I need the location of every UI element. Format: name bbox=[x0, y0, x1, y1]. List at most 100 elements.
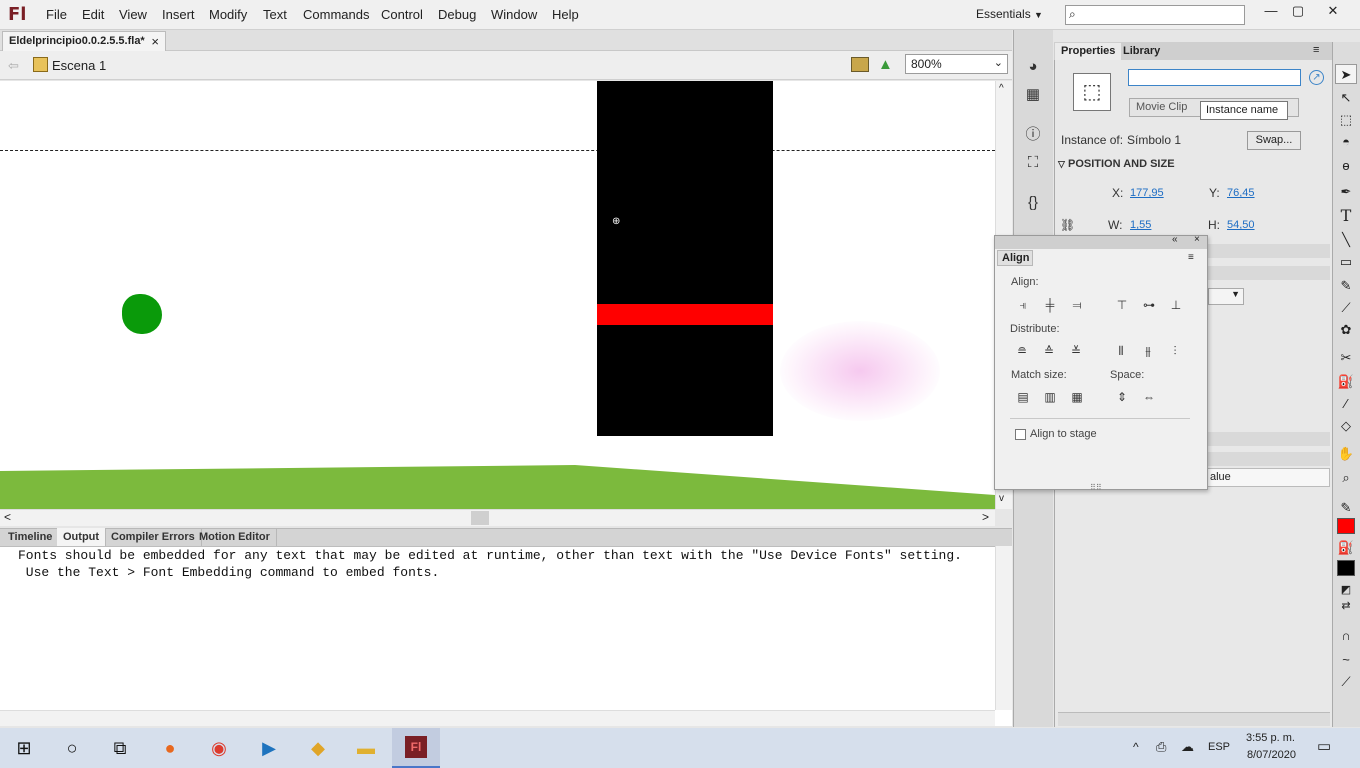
align-top-icon[interactable]: ⊤ bbox=[1114, 297, 1130, 313]
output-vertical-scrollbar[interactable] bbox=[995, 546, 1012, 710]
x-value[interactable]: 177,95 bbox=[1130, 187, 1164, 199]
match-width-icon[interactable]: ▤ bbox=[1015, 389, 1031, 405]
volume-icon[interactable]: ☁ bbox=[1181, 739, 1194, 755]
tab-properties[interactable]: Properties bbox=[1055, 43, 1122, 60]
straighten-icon[interactable]: ⟋ bbox=[1335, 672, 1357, 692]
align-panel[interactable] bbox=[994, 235, 1208, 490]
match-width-height-icon[interactable]: ▦ bbox=[1069, 389, 1085, 405]
ground-shape[interactable] bbox=[0, 81, 995, 509]
document-tab[interactable]: Eldelprincipio0.0.2.5.5.fla* × bbox=[2, 31, 166, 51]
menu-view[interactable]: View bbox=[119, 7, 147, 22]
menu-control[interactable]: Control bbox=[381, 7, 423, 22]
minimize-button[interactable]: — bbox=[1256, 1, 1286, 23]
scroll-up-icon[interactable]: ^ bbox=[999, 83, 1004, 94]
stage-canvas[interactable]: ⊕ bbox=[0, 81, 995, 509]
instance-name-input[interactable] bbox=[1128, 69, 1301, 86]
bone-tool-icon[interactable]: ✂ bbox=[1335, 348, 1357, 368]
3d-rotation-tool-icon[interactable]: ◓ bbox=[1335, 132, 1357, 152]
file-explorer-icon[interactable]: ▬ bbox=[352, 734, 380, 762]
position-size-section[interactable]: ▽ POSITION AND SIZE bbox=[1058, 158, 1330, 176]
menu-modify[interactable]: Modify bbox=[209, 7, 247, 22]
show-hidden-icons-icon[interactable]: ^ bbox=[1133, 740, 1139, 754]
align-horizontal-center-icon[interactable]: ╪ bbox=[1042, 297, 1058, 313]
space-evenly-vertical-icon[interactable]: ⇕ bbox=[1114, 389, 1130, 405]
eraser-tool-icon[interactable]: ◇ bbox=[1335, 416, 1357, 436]
distribute-left-icon[interactable]: ⫴ bbox=[1113, 343, 1129, 359]
smooth-icon[interactable]: ~ bbox=[1335, 650, 1357, 670]
align-to-stage-checkbox[interactable] bbox=[1015, 429, 1026, 440]
tab-library[interactable]: Library bbox=[1117, 43, 1166, 60]
tab-timeline[interactable]: Timeline bbox=[2, 528, 60, 546]
collapse-icon[interactable]: « bbox=[1172, 234, 1178, 245]
distribute-top-icon[interactable]: ≘ bbox=[1014, 343, 1030, 359]
menu-help[interactable]: Help bbox=[552, 7, 579, 22]
h-value[interactable]: 54,50 bbox=[1227, 219, 1255, 231]
fill-color-swatch[interactable] bbox=[1337, 560, 1355, 576]
zoom-tool-icon[interactable]: ⌕ bbox=[1335, 468, 1357, 488]
output-horizontal-scrollbar[interactable] bbox=[0, 710, 995, 726]
tab-output[interactable]: Output bbox=[57, 528, 107, 546]
scroll-right-icon[interactable]: > bbox=[982, 510, 989, 524]
space-evenly-horizontal-icon[interactable]: ⇔ bbox=[1141, 389, 1157, 405]
close-icon[interactable]: × bbox=[1194, 234, 1200, 245]
lasso-tool-icon[interactable]: ɵ bbox=[1335, 156, 1357, 176]
deco-tool-icon[interactable]: ✿ bbox=[1335, 320, 1357, 340]
transform-icon[interactable]: ⛶ bbox=[1020, 152, 1046, 174]
edit-symbols-icon[interactable]: ▲ bbox=[878, 56, 893, 73]
tab-align[interactable]: Align bbox=[997, 250, 1033, 266]
app-icon[interactable]: ◆ bbox=[304, 734, 332, 762]
selection-tool-icon[interactable]: ➤ bbox=[1335, 64, 1357, 84]
match-height-icon[interactable]: ▥ bbox=[1042, 389, 1058, 405]
eyedropper-tool-icon[interactable]: ⁄ bbox=[1335, 394, 1357, 414]
stage-horizontal-scrollbar[interactable]: < > bbox=[0, 509, 995, 526]
notifications-icon[interactable]: ▭ bbox=[1317, 737, 1331, 755]
start-button-icon[interactable]: ⊞ bbox=[10, 734, 38, 762]
scroll-thumb[interactable] bbox=[471, 511, 489, 525]
pencil-tool-icon[interactable]: ✎ bbox=[1335, 276, 1357, 296]
subselection-tool-icon[interactable]: ↖ bbox=[1335, 88, 1357, 108]
menu-file[interactable]: File bbox=[46, 7, 67, 22]
menu-commands[interactable]: Commands bbox=[303, 7, 369, 22]
zoom-select[interactable]: 800% ⌄ bbox=[905, 54, 1008, 74]
paint-bucket-tool-icon[interactable]: ⛽ bbox=[1335, 372, 1357, 392]
line-tool-icon[interactable]: ╲ bbox=[1335, 230, 1357, 250]
snap-magnet-icon[interactable]: ∩ bbox=[1335, 626, 1357, 646]
align-vertical-center-icon[interactable]: ⊶ bbox=[1141, 297, 1157, 313]
search-circle-icon[interactable]: ○ bbox=[58, 734, 86, 762]
distribute-bottom-icon[interactable]: ≚ bbox=[1068, 343, 1084, 359]
firefox-icon[interactable]: ● bbox=[156, 734, 184, 762]
align-left-icon[interactable]: ⫣ bbox=[1015, 297, 1031, 313]
clock-date[interactable]: 8/07/2020 bbox=[1247, 749, 1296, 761]
menu-edit[interactable]: Edit bbox=[82, 7, 104, 22]
free-transform-tool-icon[interactable]: ⬚ bbox=[1335, 110, 1357, 130]
close-tab-icon[interactable]: × bbox=[151, 34, 159, 49]
help-search-input[interactable]: ⌕ bbox=[1065, 5, 1245, 25]
info-icon[interactable]: ⓘ bbox=[1020, 124, 1046, 146]
chrome-icon[interactable]: ◉ bbox=[205, 734, 233, 762]
back-arrow-icon[interactable]: ⇦ bbox=[8, 58, 19, 74]
swap-colors-icon[interactable]: ⇄ bbox=[1335, 596, 1357, 616]
align-panel-titlebar[interactable]: « × bbox=[995, 234, 1207, 249]
clock-time[interactable]: 3:55 p. m. bbox=[1246, 732, 1295, 744]
scene-name[interactable]: Escena 1 bbox=[52, 58, 106, 73]
grid-icon[interactable]: ▦ bbox=[1020, 84, 1046, 106]
close-window-button[interactable]: ✕ bbox=[1318, 1, 1348, 23]
lock-proportions-icon[interactable]: ⛓ bbox=[1060, 218, 1075, 232]
brush-tool-icon[interactable]: ⟋ bbox=[1335, 298, 1357, 318]
maximize-button[interactable]: ▢ bbox=[1283, 1, 1313, 23]
language-indicator[interactable]: ESP bbox=[1208, 741, 1230, 753]
scroll-left-icon[interactable]: < bbox=[4, 510, 11, 524]
panel-menu-icon[interactable]: ≡ bbox=[1188, 252, 1194, 263]
distribute-vertical-center-icon[interactable]: ≙ bbox=[1041, 343, 1057, 359]
panel-menu-icon[interactable]: ≡ bbox=[1313, 44, 1319, 56]
menu-window[interactable]: Window bbox=[491, 7, 537, 22]
swap-button[interactable]: Swap... bbox=[1247, 131, 1301, 150]
network-icon[interactable]: ⎙ bbox=[1156, 739, 1166, 755]
menu-debug[interactable]: Debug bbox=[438, 7, 476, 22]
color-swatches-icon[interactable]: ◕ bbox=[1020, 56, 1046, 78]
resize-grip-icon[interactable]: ⠿⠿ bbox=[1090, 483, 1102, 492]
blend-select[interactable]: ▼ bbox=[1208, 288, 1244, 305]
task-view-icon[interactable]: ⧉ bbox=[106, 734, 134, 762]
distribute-horizontal-center-icon[interactable]: ⫵ bbox=[1140, 343, 1156, 359]
edit-scene-icon[interactable] bbox=[851, 57, 869, 72]
